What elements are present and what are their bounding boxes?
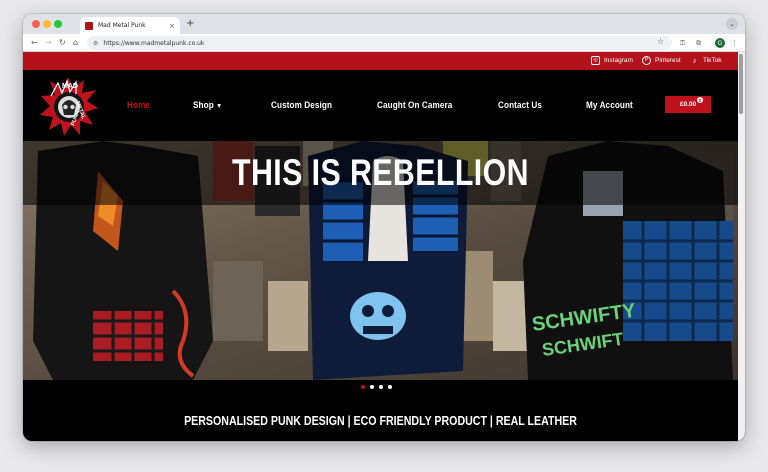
instagram-link[interactable]: ◎ Instagram [591, 56, 633, 65]
new-tab-icon[interactable]: + [186, 19, 194, 29]
slider-dot-2[interactable] [370, 385, 374, 389]
slider-pagination [361, 385, 392, 389]
nav-custom-design[interactable]: Custom Design [271, 100, 332, 111]
cart-total: £0.00 [679, 101, 697, 108]
close-window-button[interactable] [32, 20, 40, 28]
page-viewport: ◎ Instagram P Pinterest ♪ TikTok MAD MET… [23, 52, 745, 441]
address-bar[interactable]: ⚙ https://www.madmetalpunk.co.uk ☆ [87, 36, 672, 50]
tagline: PERSONALISED PUNK DESIGN | ECO FRIENDLY … [184, 414, 577, 428]
extensions-icon[interactable]: ⧉ [696, 38, 701, 48]
nav-shop-label: Shop [193, 100, 214, 111]
browser-window: Mad Metal Punk × + ⌄ ← → ↻ ⌂ ⚙ https://w… [23, 14, 745, 441]
logo-text-mad: MAD [62, 83, 78, 90]
bookmark-star-icon[interactable]: ☆ [657, 37, 664, 46]
page-scrollbar[interactable] [738, 52, 745, 441]
cart-button[interactable]: £0.00 0 [665, 96, 711, 113]
password-key-icon[interactable]: ⚿ [680, 38, 685, 48]
tab-close-icon[interactable]: × [169, 22, 175, 30]
browser-tab[interactable]: Mad Metal Punk × [80, 17, 180, 34]
pinterest-icon: P [642, 56, 651, 65]
site-header: MAD METAL PUNK Home Shop ▼ Custom Design… [23, 70, 738, 141]
url-text[interactable]: https://www.madmetalpunk.co.uk [103, 40, 204, 47]
browser-menu-icon[interactable]: ⋮ [731, 38, 738, 48]
nav-caught-on-camera[interactable]: Caught On Camera [377, 100, 452, 111]
forward-icon[interactable]: → [45, 37, 52, 49]
zoom-window-button[interactable] [54, 20, 62, 28]
profile-avatar[interactable]: G [715, 38, 725, 48]
back-icon[interactable]: ← [31, 37, 38, 49]
tab-strip: Mad Metal Punk × + ⌄ [23, 14, 745, 34]
tab-search-icon[interactable]: ⌄ [726, 18, 738, 30]
home-icon[interactable]: ⌂ [73, 37, 78, 49]
nav-home[interactable]: Home [127, 100, 150, 111]
cart-count-badge: 0 [697, 97, 703, 103]
pinterest-label: Pinterest [655, 57, 681, 64]
tiktok-label: TikTok [703, 57, 722, 64]
minimize-window-button[interactable] [43, 20, 51, 28]
nav-contact-us[interactable]: Contact Us [498, 100, 542, 111]
pinterest-link[interactable]: P Pinterest [642, 56, 681, 65]
reload-icon[interactable]: ↻ [59, 37, 66, 49]
instagram-label: Instagram [604, 57, 633, 64]
site-info-icon[interactable]: ⚙ [93, 40, 98, 47]
slider-dot-3[interactable] [379, 385, 383, 389]
scrollbar-thumb[interactable] [739, 54, 743, 114]
tiktok-link[interactable]: ♪ TikTok [690, 56, 722, 65]
mad-metal-punk-logo[interactable]: MAD METAL PUNK [38, 75, 98, 137]
instagram-icon: ◎ [591, 56, 600, 65]
tab-title: Mad Metal Punk [98, 22, 146, 29]
slider-dot-1[interactable] [361, 385, 365, 389]
tiktok-icon: ♪ [692, 55, 697, 65]
nav-my-account[interactable]: My Account [586, 100, 633, 111]
nav-shop[interactable]: Shop ▼ [193, 100, 222, 111]
hero-title: THIS IS REBELLION [232, 152, 529, 193]
browser-toolbar: ← → ↻ ⌂ ⚙ https://www.madmetalpunk.co.uk… [23, 34, 745, 52]
slider-dot-4[interactable] [388, 385, 392, 389]
social-bar: ◎ Instagram P Pinterest ♪ TikTok [23, 52, 738, 70]
favicon-icon [85, 21, 93, 30]
chevron-down-icon: ▼ [216, 103, 223, 110]
